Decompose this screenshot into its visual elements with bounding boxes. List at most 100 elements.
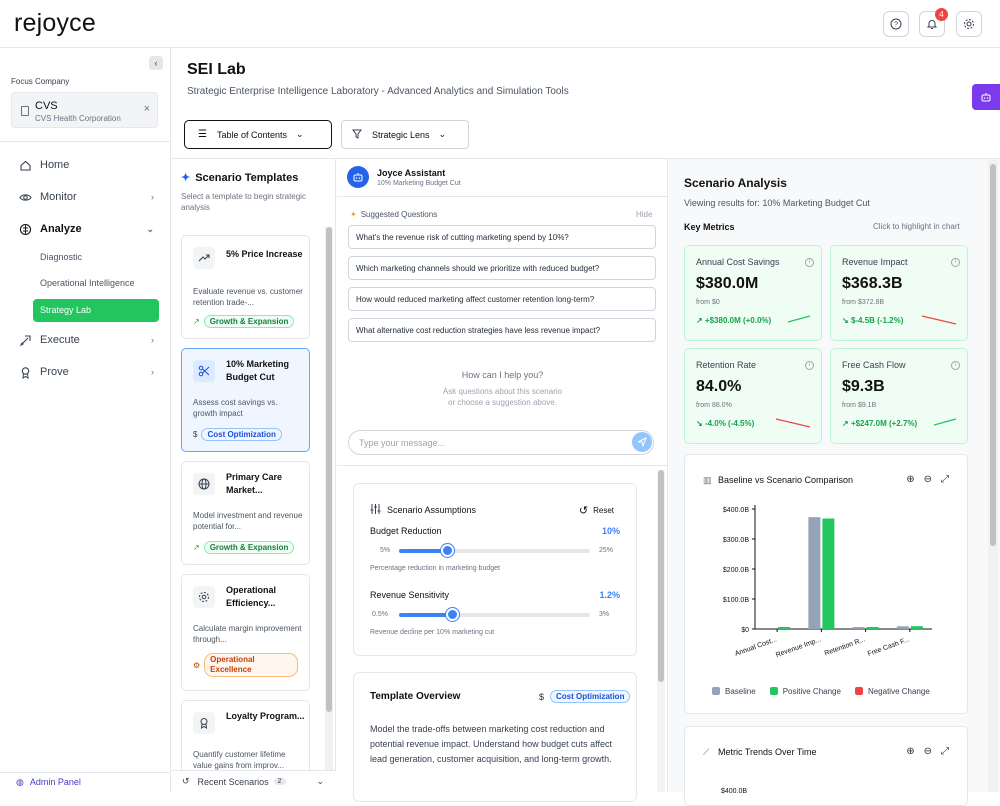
metric-card[interactable]: Free Cash Flow i $9.3B from $9.1B ↗ +$24… [830,348,968,444]
table-of-contents-button[interactable]: ☰ Table of Contents ⌄ [184,120,332,149]
comparison-chart-card: ▥ Baseline vs Scenario Comparison ⊕ ⊖ ⤢ … [684,454,968,714]
template-card[interactable]: Operational Efficiency... Calculate marg… [181,574,310,691]
metric-card[interactable]: Retention Rate i 84.0% from 88.0% ↘ -4.0… [684,348,822,444]
y-tick-label: $400.0B [723,507,749,514]
zoom-out-icon[interactable]: ⊖ [924,474,932,485]
nav-home[interactable]: Home [18,158,158,172]
scrollbar-thumb[interactable] [990,164,996,546]
gear-icon [193,586,215,608]
expand-icon[interactable]: ⤢ [941,474,949,485]
suggested-question[interactable]: Which marketing channels should we prior… [348,256,656,280]
logo[interactable]: rejoyce [14,9,96,38]
recent-scenarios-toggle[interactable]: ↺ Recent Scenarios 2 ⌄ [171,770,336,792]
clear-company-icon[interactable]: × [144,103,150,115]
trend-down-icon: ↘ [696,419,705,428]
template-tag: ↗ Growth & Expansion [193,315,295,328]
nav-strategy-lab[interactable]: Strategy Lab [33,299,159,322]
company-selector[interactable]: CVS CVS Health Corporation × [11,92,158,128]
collapse-sidebar-button[interactable]: ‹ [149,56,163,70]
template-card[interactable]: 5% Price Increase Evaluate revenue vs. c… [181,235,310,339]
settings-button[interactable] [956,11,982,37]
slider-handle[interactable] [446,608,460,621]
y-tick-label: $100.0B [723,597,749,604]
trend-up-icon: ↗ [696,316,705,325]
category-pill: Growth & Expansion [203,315,295,328]
analysis-scrollbar[interactable] [988,160,998,792]
legend-swatch [712,687,720,695]
home-icon [18,158,32,172]
assistant-scrollbar[interactable] [657,470,665,792]
slider-max: 25% [599,547,614,554]
template-card-selected[interactable]: 10% Marketing Budget Cut Assess cost sav… [181,348,310,452]
reset-button[interactable]: ↺ Reset [579,504,614,517]
assistant-toggle-button[interactable] [972,84,1000,110]
nav-analyze[interactable]: Analyze ⌄ [18,222,158,236]
hide-suggestions-button[interactable]: Hide [636,210,652,219]
legend-item[interactable]: Positive Change [769,687,841,696]
scrollbar-thumb[interactable] [658,470,664,682]
award-icon [18,365,32,379]
admin-panel-link[interactable]: ◍ Admin Panel [0,772,170,792]
zoom-in-icon[interactable]: ⊕ [906,474,914,485]
expand-icon[interactable]: ⤢ [941,746,949,757]
revenue-sensitivity-slider[interactable] [399,608,590,621]
slider-handle[interactable] [440,544,454,557]
info-icon[interactable]: i [805,361,814,370]
suggested-question[interactable]: What's the revenue risk of cutting marke… [348,225,656,249]
info-icon[interactable]: i [951,361,960,370]
overview-title: Template Overview [370,691,461,702]
chevron-down-icon: ⌄ [146,223,154,234]
metric-label: Revenue Impact [842,257,908,267]
info-icon[interactable]: i [951,258,960,267]
budget-reduction-slider[interactable] [399,544,590,557]
overview-text: Model the trade-offs between marketing c… [370,724,612,764]
metric-card[interactable]: Revenue Impact i $368.3B from $372.8B ↘ … [830,245,968,341]
message-input[interactable]: Type your message... [348,430,654,455]
metric-change: ↗ +$380.0M (+0.0%) [696,316,771,325]
metric-card[interactable]: Annual Cost Savings i $380.0M from $0 ↗ … [684,245,822,341]
scrollbar-thumb[interactable] [326,227,332,712]
legend-item[interactable]: Negative Change [854,687,930,696]
help-button[interactable]: ? [883,11,909,37]
template-card[interactable]: Loyalty Program... Quantify customer lif… [181,700,310,770]
bell-icon [926,20,938,29]
legend-swatch [769,687,778,695]
strategic-lens-button[interactable]: Strategic Lens ⌄ [341,120,469,149]
template-desc: Model investment and revenue potential f… [193,511,303,531]
dollar-icon: $ [539,691,545,702]
bar [910,626,923,629]
zoom-out-icon[interactable]: ⊖ [924,746,932,757]
chevron-right-icon: › [151,367,154,377]
zoom-in-icon[interactable]: ⊕ [906,746,914,757]
info-icon[interactable]: i [805,258,814,267]
suggested-question[interactable]: How would reduced marketing affect custo… [348,287,656,311]
nav-execute[interactable]: Execute › [18,333,158,347]
template-tag: ⚙ Operational Excellence [193,653,299,677]
nav-monitor[interactable]: Monitor › [18,190,158,204]
nav-diagnostic[interactable]: Diagnostic [40,252,82,262]
help-title: How can I help you? [461,370,544,380]
help-icon: ? [890,18,902,30]
template-card[interactable]: Primary Care Market... Model investment … [181,461,310,565]
notifications-button[interactable]: 4 [919,8,948,37]
brain-icon [18,222,32,236]
category-pill: Cost Optimization [201,428,282,441]
metric-from: from $372.8B [842,299,885,306]
bar [866,627,879,629]
suggested-question[interactable]: What alternative cost reduction strategi… [348,318,656,342]
templates-scrollbar[interactable] [325,227,333,770]
y-tick-label: $0 [741,627,749,634]
help-line: or choose a suggestion above. [448,398,557,407]
legend-item[interactable]: Baseline [712,687,756,696]
send-button[interactable] [632,432,652,452]
assistant-name: Joyce Assistant [377,168,446,178]
sparkline [775,418,811,428]
bar-chart[interactable]: $0 $100.0B $200.0B $300.0B $400.0B Annual Cos… [685,495,969,715]
top-bar: rejoyce ? 4 [0,0,1000,48]
notification-badge: 4 [935,8,948,21]
nav-operational-intelligence[interactable]: Operational Intelligence [40,278,135,288]
chart-tools: ⊕ ⊖ ⤢ [906,474,949,485]
nav-prove[interactable]: Prove › [18,365,158,379]
x-tick-label: Annual Cost... [734,636,778,658]
sidebar-divider [0,141,170,142]
